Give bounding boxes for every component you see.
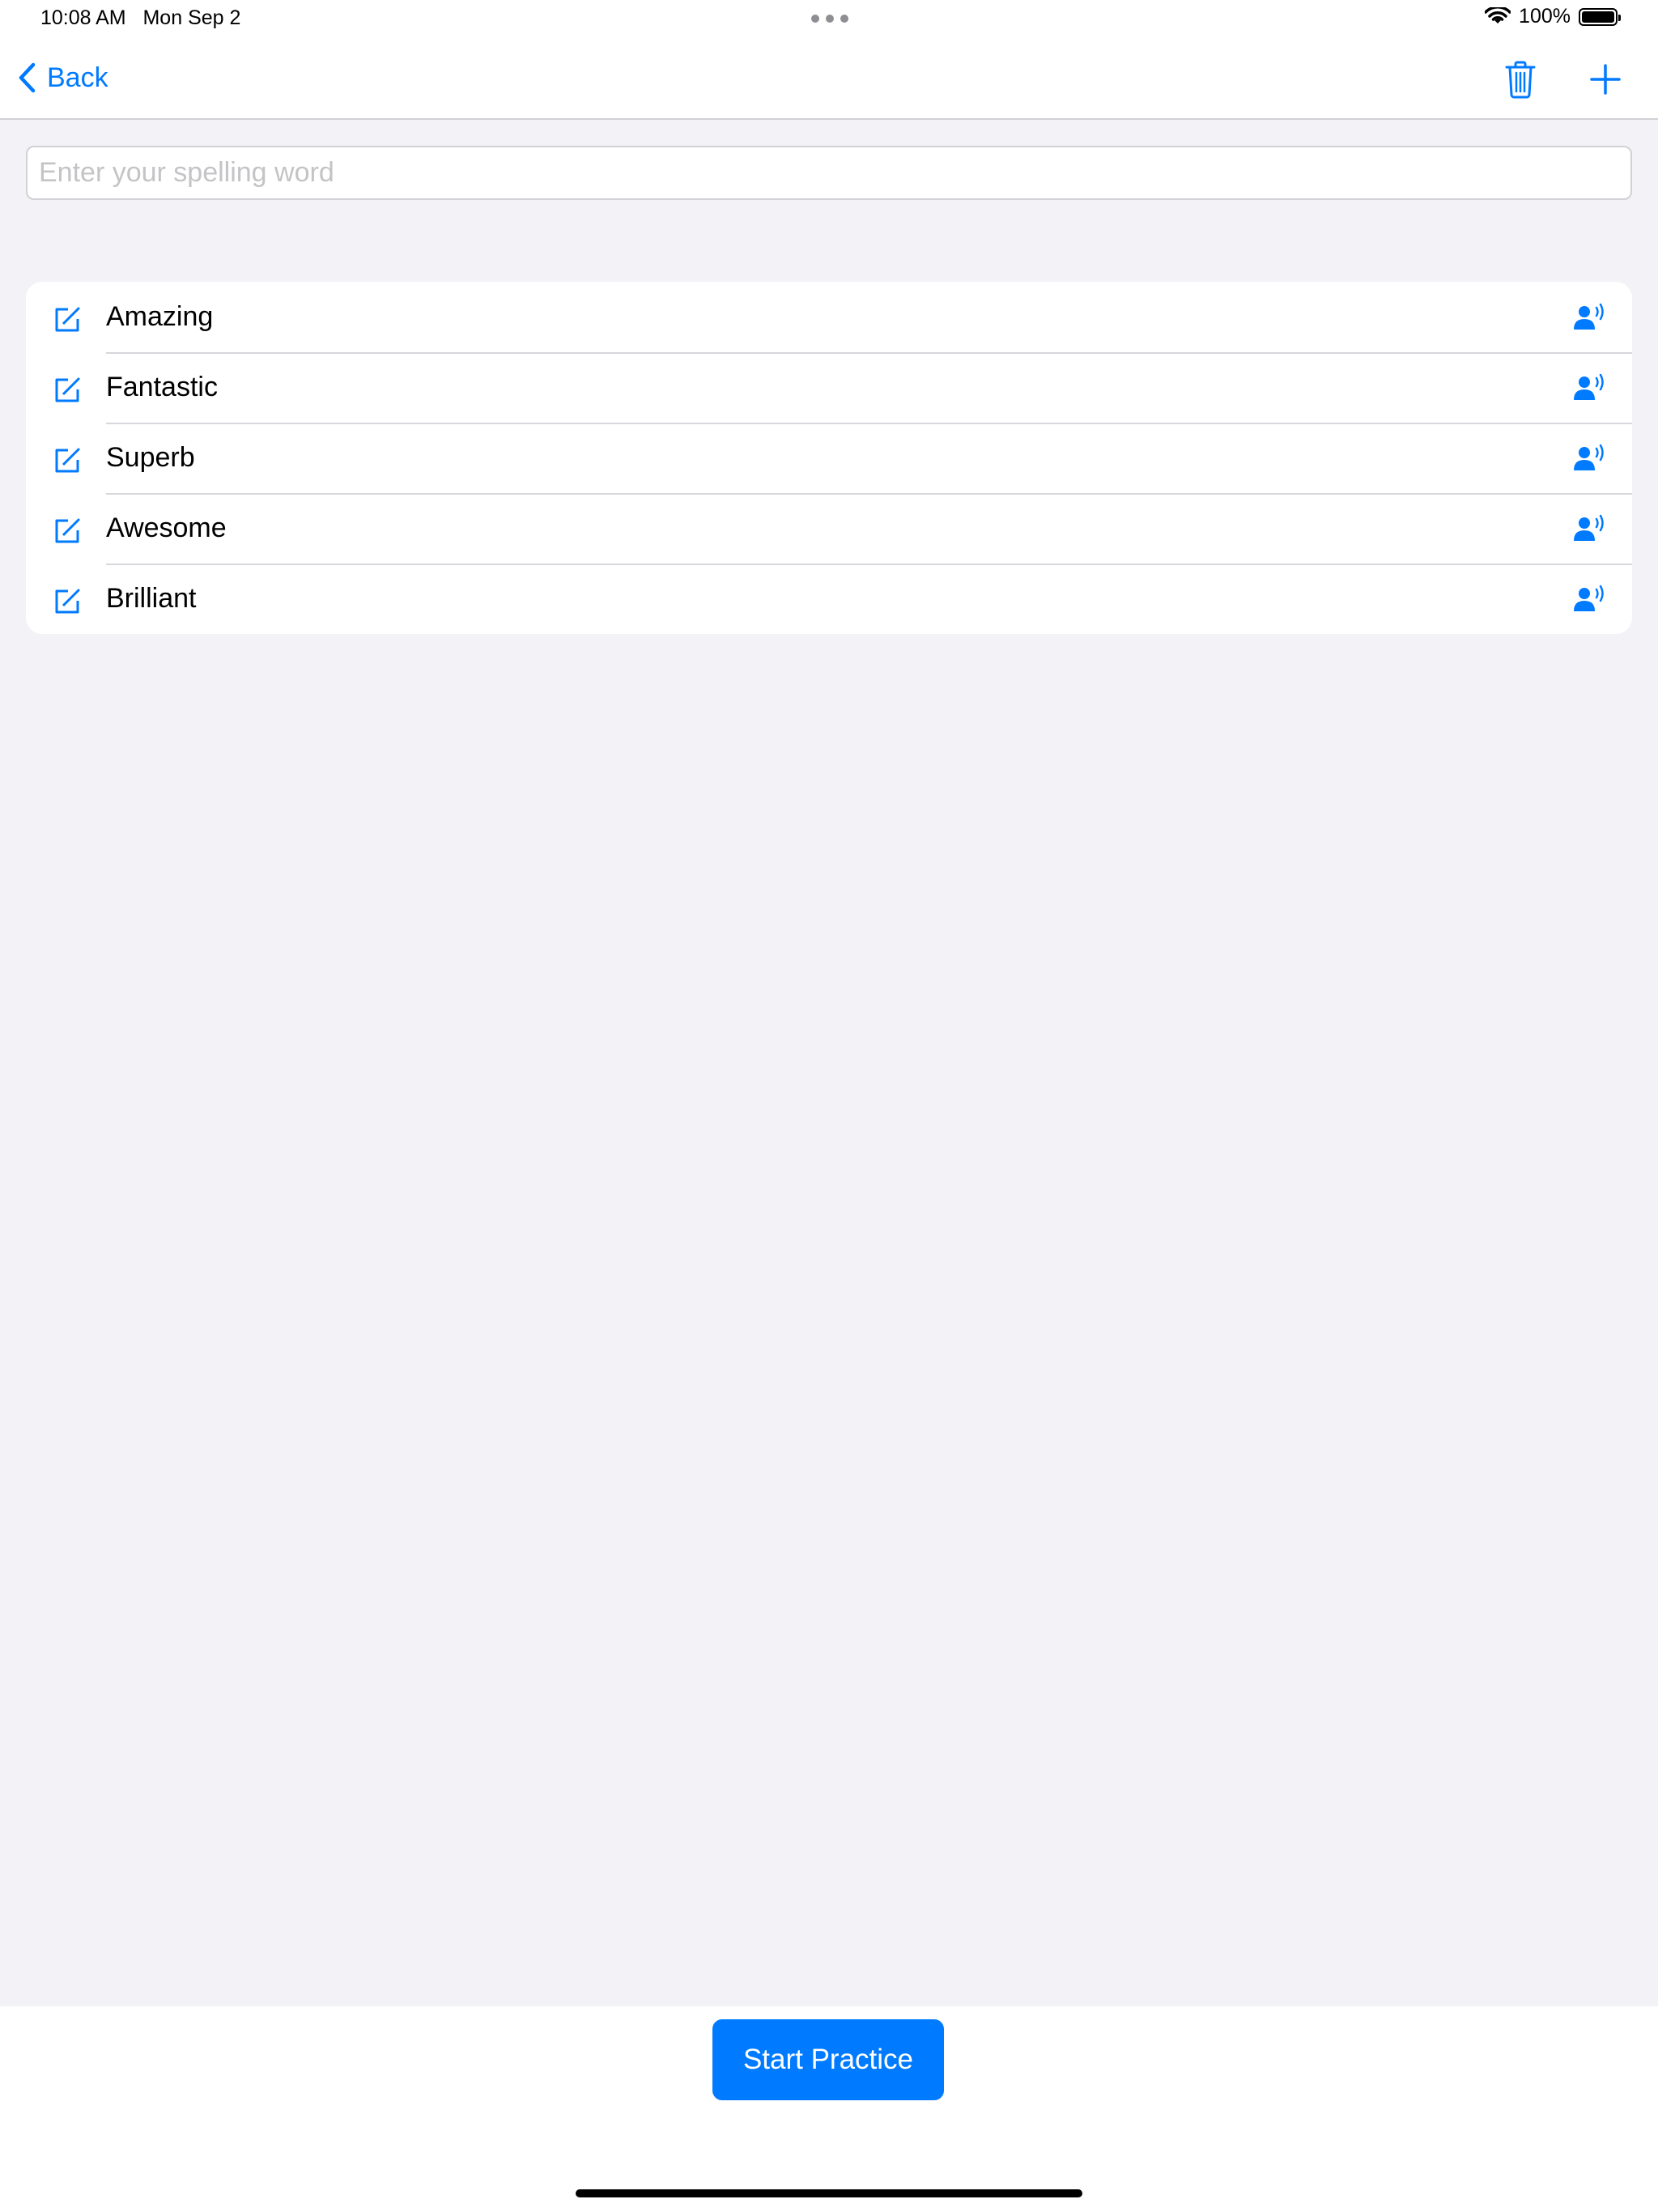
navigation-bar: Back [0,39,1658,120]
add-word-button[interactable] [1581,55,1630,104]
chevron-left-icon [19,62,36,93]
plus-icon [1590,64,1621,95]
spelling-word-input[interactable] [28,147,1630,198]
list-item[interactable]: Awesome [26,493,1632,564]
status-right: 100% [1485,5,1621,28]
speaker-person-icon[interactable] [1572,303,1608,332]
start-practice-button[interactable]: Start Practice [712,2019,944,2100]
list-item[interactable]: Brilliant [26,564,1632,634]
dot [826,15,834,23]
list-item[interactable]: Superb [26,423,1632,493]
bottom-bar: Start Practice [0,2006,1658,2212]
status-bar: 10:08 AM Mon Sep 2 100% [0,0,1658,39]
battery-percent: 100% [1519,5,1571,28]
edit-icon[interactable] [53,375,83,404]
speaker-person-icon[interactable] [1572,444,1608,473]
app-root: 10:08 AM Mon Sep 2 100% Back Enter your … [0,0,1658,2212]
status-time-text: 10:08 AM [40,6,126,29]
edit-icon[interactable] [53,304,83,334]
dot [811,15,819,23]
speaker-person-icon[interactable] [1572,514,1608,543]
edit-icon[interactable] [53,586,83,615]
home-indicator[interactable] [576,2189,1082,2197]
speaker-person-icon[interactable] [1572,585,1608,614]
word-list: Amazing Fantastic Superb Awesome Brillia… [26,282,1632,634]
wifi-icon [1485,6,1511,23]
delete-button[interactable] [1496,55,1545,104]
back-button[interactable]: Back [18,57,108,99]
trash-icon [1505,61,1536,99]
status-time: 10:08 AM Mon Sep 2 [40,6,240,30]
dot [840,15,848,23]
battery-icon [1579,7,1621,26]
spelling-word-field[interactable] [26,146,1632,200]
word-label: Brilliant [106,583,197,614]
word-label: Awesome [106,513,227,543]
status-date-text: Mon Sep 2 [142,6,241,29]
multitasking-dots[interactable] [811,15,848,23]
speaker-person-icon[interactable] [1572,373,1608,402]
word-label: Amazing [106,301,214,332]
edit-icon[interactable] [53,445,83,474]
list-item[interactable]: Amazing [26,282,1632,352]
edit-icon[interactable] [53,516,83,545]
back-label: Back [47,62,108,93]
word-label: Fantastic [106,372,218,402]
word-label: Superb [106,442,195,473]
list-item[interactable]: Fantastic [26,352,1632,423]
